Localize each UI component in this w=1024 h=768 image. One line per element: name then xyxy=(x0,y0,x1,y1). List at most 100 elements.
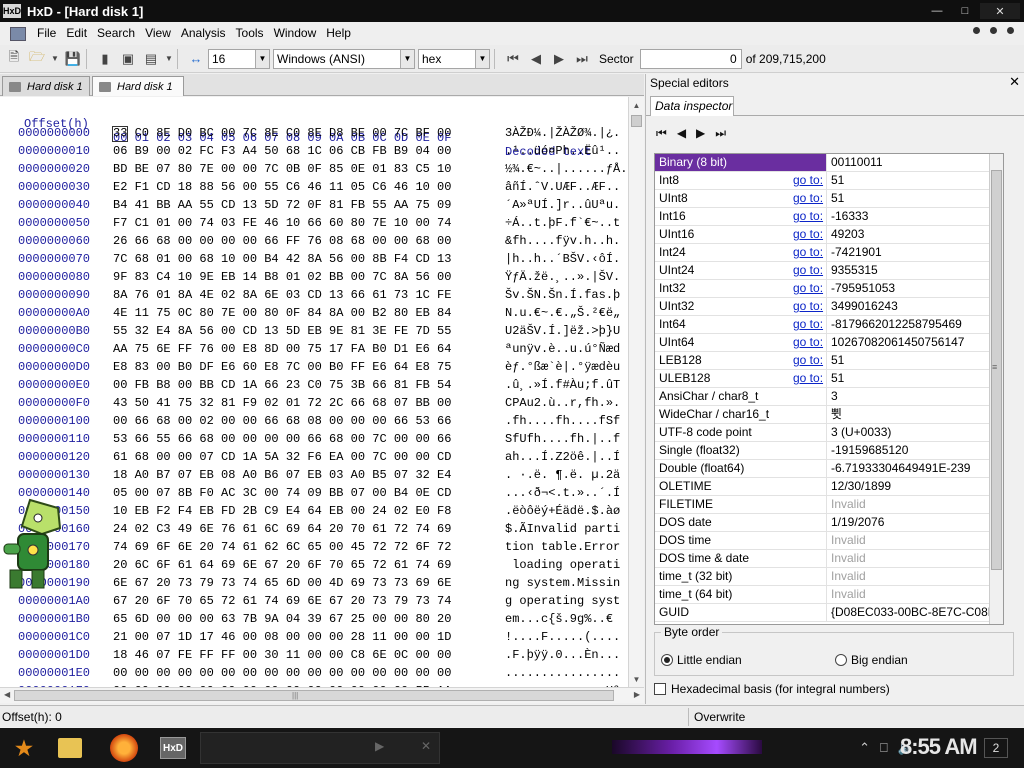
inspector-field-value[interactable]: Invalid xyxy=(826,532,996,549)
tab-hard-disk-1[interactable]: Hard disk 1 xyxy=(2,76,90,96)
row-bytes[interactable]: F7 C1 01 00 74 03 FE 46 10 66 60 80 7E 1… xyxy=(113,214,493,232)
open-disk-icon[interactable]: ▣ xyxy=(119,50,137,68)
inspector-row[interactable]: DOS date 1/19/2076 xyxy=(655,514,997,532)
inspector-row[interactable]: DOS time Invalid xyxy=(655,532,997,550)
row-bytes[interactable]: 24 02 C3 49 6E 76 61 6C 69 64 20 70 61 7… xyxy=(113,520,493,538)
row-decoded-text[interactable]: em...c{š.9g%..€ xyxy=(505,610,625,628)
bytes-per-row-select[interactable]: 16 ▼ xyxy=(208,48,270,69)
inspector-field-value[interactable]: Invalid xyxy=(826,586,996,603)
inspector-row[interactable]: FILETIME Invalid xyxy=(655,496,997,514)
goto-link[interactable]: go to: xyxy=(793,280,823,297)
mdi-restore-dot[interactable] xyxy=(990,27,997,34)
inspector-field-value[interactable]: -19159685120 xyxy=(826,442,996,459)
inspector-row[interactable]: WideChar / char16_t 쀳 xyxy=(655,406,997,424)
row-decoded-text[interactable]: .fh....fh....fSf xyxy=(505,412,625,430)
menu-analysis[interactable]: Analysis xyxy=(176,22,231,45)
row-bytes[interactable]: 06 B9 00 02 FC F3 A4 50 68 1C 06 CB FB B… xyxy=(113,142,493,160)
inspector-row[interactable]: AnsiChar / char8_t 3 xyxy=(655,388,997,406)
new-file-icon[interactable]: 🗎 xyxy=(5,49,23,68)
inspector-field-value[interactable]: 51 xyxy=(826,172,996,189)
mdi-close-dot[interactable] xyxy=(1007,27,1014,34)
row-decoded-text[interactable]: tion table.Error xyxy=(505,538,625,556)
row-bytes[interactable]: B4 41 BB AA 55 CD 13 5D 72 0F 81 FB 55 A… xyxy=(113,196,493,214)
row-bytes[interactable]: 55 32 E4 8A 56 00 CD 13 5D EB 9E 81 3E F… xyxy=(113,322,493,340)
previous-record-icon[interactable]: ◀ xyxy=(677,126,686,141)
menu-edit[interactable]: Edit xyxy=(61,22,92,45)
row-decoded-text[interactable]: ...‹ð¬<.t.»..´.Í xyxy=(505,484,625,502)
inspector-row[interactable]: Int16 go to: -16333 xyxy=(655,208,997,226)
notification-icon[interactable]: 2 xyxy=(984,738,1008,758)
row-decoded-text[interactable]: ng system.Missin xyxy=(505,574,625,592)
row-bytes[interactable]: 26 66 68 00 00 00 00 66 FF 76 08 68 00 0… xyxy=(113,232,493,250)
row-bytes[interactable]: 00 FB B8 00 BB CD 1A 66 23 C0 75 3B 66 8… xyxy=(113,376,493,394)
radio-selected-icon[interactable] xyxy=(661,654,673,666)
row-decoded-text[interactable]: $.ÃInvalid parti xyxy=(505,520,625,538)
goto-link[interactable]: go to: xyxy=(793,334,823,351)
menu-view[interactable]: View xyxy=(140,22,176,45)
row-decoded-text[interactable]: ŸƒÄ.žë.¸..».|ŠV. xyxy=(505,268,625,286)
goto-link[interactable]: go to: xyxy=(793,172,823,189)
hxd-taskbar-icon[interactable]: HxD xyxy=(160,737,186,759)
scroll-left-icon[interactable]: ◀ xyxy=(4,690,10,699)
scroll-down-icon[interactable]: ▼ xyxy=(629,671,644,687)
big-endian-radio[interactable]: Big endian xyxy=(835,653,908,667)
row-decoded-text[interactable]: âñÍ.ˆV.UÆF..ÆF.. xyxy=(505,178,625,196)
inspector-row[interactable]: time_t (32 bit) Invalid xyxy=(655,568,997,586)
charset-select[interactable]: Windows (ANSI) ▼ xyxy=(273,48,415,69)
row-decoded-text[interactable]: !....F.....(.... xyxy=(505,628,625,646)
scroll-up-icon[interactable]: ▲ xyxy=(629,97,644,113)
inspector-field-value[interactable]: 51 xyxy=(826,370,996,387)
row-decoded-text[interactable]: SfUfh....fh.|..f xyxy=(505,430,625,448)
taskbar-clock[interactable]: 8:55 AM xyxy=(900,734,978,760)
menu-file[interactable]: File xyxy=(32,22,61,45)
save-icon[interactable]: 💾 xyxy=(64,50,82,68)
firefox-icon[interactable] xyxy=(110,734,138,762)
inspector-row[interactable]: ULEB128 go to: 51 xyxy=(655,370,997,388)
dropdown-arrow-icon[interactable]: ▼ xyxy=(165,50,173,68)
goto-link[interactable]: go to: xyxy=(793,352,823,369)
sector-input[interactable]: 0 xyxy=(639,48,742,69)
row-decoded-text[interactable]: Šv.ŠN.Šn.Í.fas.þ xyxy=(505,286,625,304)
row-decoded-text[interactable]: loading operati xyxy=(505,556,625,574)
menu-help[interactable]: Help xyxy=(321,22,356,45)
inspector-row[interactable]: LEB128 go to: 51 xyxy=(655,352,997,370)
inspector-field-value[interactable]: 3499016243 xyxy=(826,298,996,315)
row-decoded-text[interactable]: g operating syst xyxy=(505,592,625,610)
start-menu-icon[interactable]: ★ xyxy=(10,734,38,762)
goto-link[interactable]: go to: xyxy=(793,190,823,207)
row-bytes[interactable]: 18 A0 B7 07 EB 08 A0 B6 07 EB 03 A0 B5 0… xyxy=(113,466,493,484)
next-sector-icon[interactable]: ▶ xyxy=(550,50,568,68)
inspector-row[interactable]: OLETIME 12/30/1899 xyxy=(655,478,997,496)
row-decoded-text[interactable]: ªunÿv.è..u.ú°Ñæd xyxy=(505,340,625,358)
row-decoded-text[interactable]: . ·.ë. ¶.ë. µ.2ä xyxy=(505,466,625,484)
inspector-field-value[interactable]: 51 xyxy=(826,190,996,207)
row-decoded-text[interactable]: |h..h..´BŠV.‹ôÍ. xyxy=(505,250,625,268)
last-sector-icon[interactable]: ⏭ xyxy=(573,50,591,68)
row-bytes[interactable]: 00 66 68 00 02 00 00 66 68 08 00 00 00 6… xyxy=(113,412,493,430)
inspector-row[interactable]: UInt24 go to: 9355315 xyxy=(655,262,997,280)
row-bytes[interactable]: E8 83 00 B0 DF E6 60 E8 7C 00 B0 FF E6 6… xyxy=(113,358,493,376)
scroll-thumb[interactable] xyxy=(631,115,642,127)
row-bytes[interactable]: E2 F1 CD 18 88 56 00 55 C6 46 11 05 C6 4… xyxy=(113,178,493,196)
inspector-row[interactable]: Double (float64) -6.71933304649491E-239 xyxy=(655,460,997,478)
inspector-row[interactable]: DOS time & date Invalid xyxy=(655,550,997,568)
row-bytes[interactable]: 8A 76 01 8A 4E 02 8A 6E 03 CD 13 66 61 7… xyxy=(113,286,493,304)
display-mode-select[interactable]: hex ▼ xyxy=(418,48,490,69)
goto-link[interactable]: go to: xyxy=(793,226,823,243)
row-bytes[interactable]: 33 C0 8E D0 BC 00 7C 8E C0 8E D8 BE 00 7… xyxy=(113,124,493,142)
inspector-scrollbar[interactable]: ≡ xyxy=(989,154,1003,624)
row-decoded-text[interactable]: .û¸.»Í.f#Àu;f.ûT xyxy=(505,376,625,394)
inspector-field-value[interactable]: Invalid xyxy=(826,550,996,567)
row-bytes[interactable]: 21 00 07 1D 17 46 00 08 00 00 00 28 11 0… xyxy=(113,628,493,646)
inspector-field-value[interactable]: -8179662012258795469 xyxy=(826,316,996,333)
row-bytes[interactable]: 10 EB F2 F4 EB FD 2B C9 E4 64 EB 00 24 0… xyxy=(113,502,493,520)
inspector-field-value[interactable]: -6.71933304649491E-239 xyxy=(826,460,996,477)
row-decoded-text[interactable]: N.u.€~.€.„Š.²€ë„ xyxy=(505,304,625,322)
row-bytes[interactable]: 6E 67 20 73 79 73 74 65 6D 00 4D 69 73 7… xyxy=(113,574,493,592)
inspector-row[interactable]: Int64 go to: -8179662012258795469 xyxy=(655,316,997,334)
chevron-down-icon[interactable]: ▼ xyxy=(400,49,414,68)
mdi-minimize-dot[interactable] xyxy=(973,27,980,34)
inspector-row[interactable]: Int32 go to: -795951053 xyxy=(655,280,997,298)
row-bytes[interactable]: 43 50 41 75 32 81 F9 02 01 72 2C 66 68 0… xyxy=(113,394,493,412)
little-endian-radio[interactable]: Little endian xyxy=(661,653,742,667)
